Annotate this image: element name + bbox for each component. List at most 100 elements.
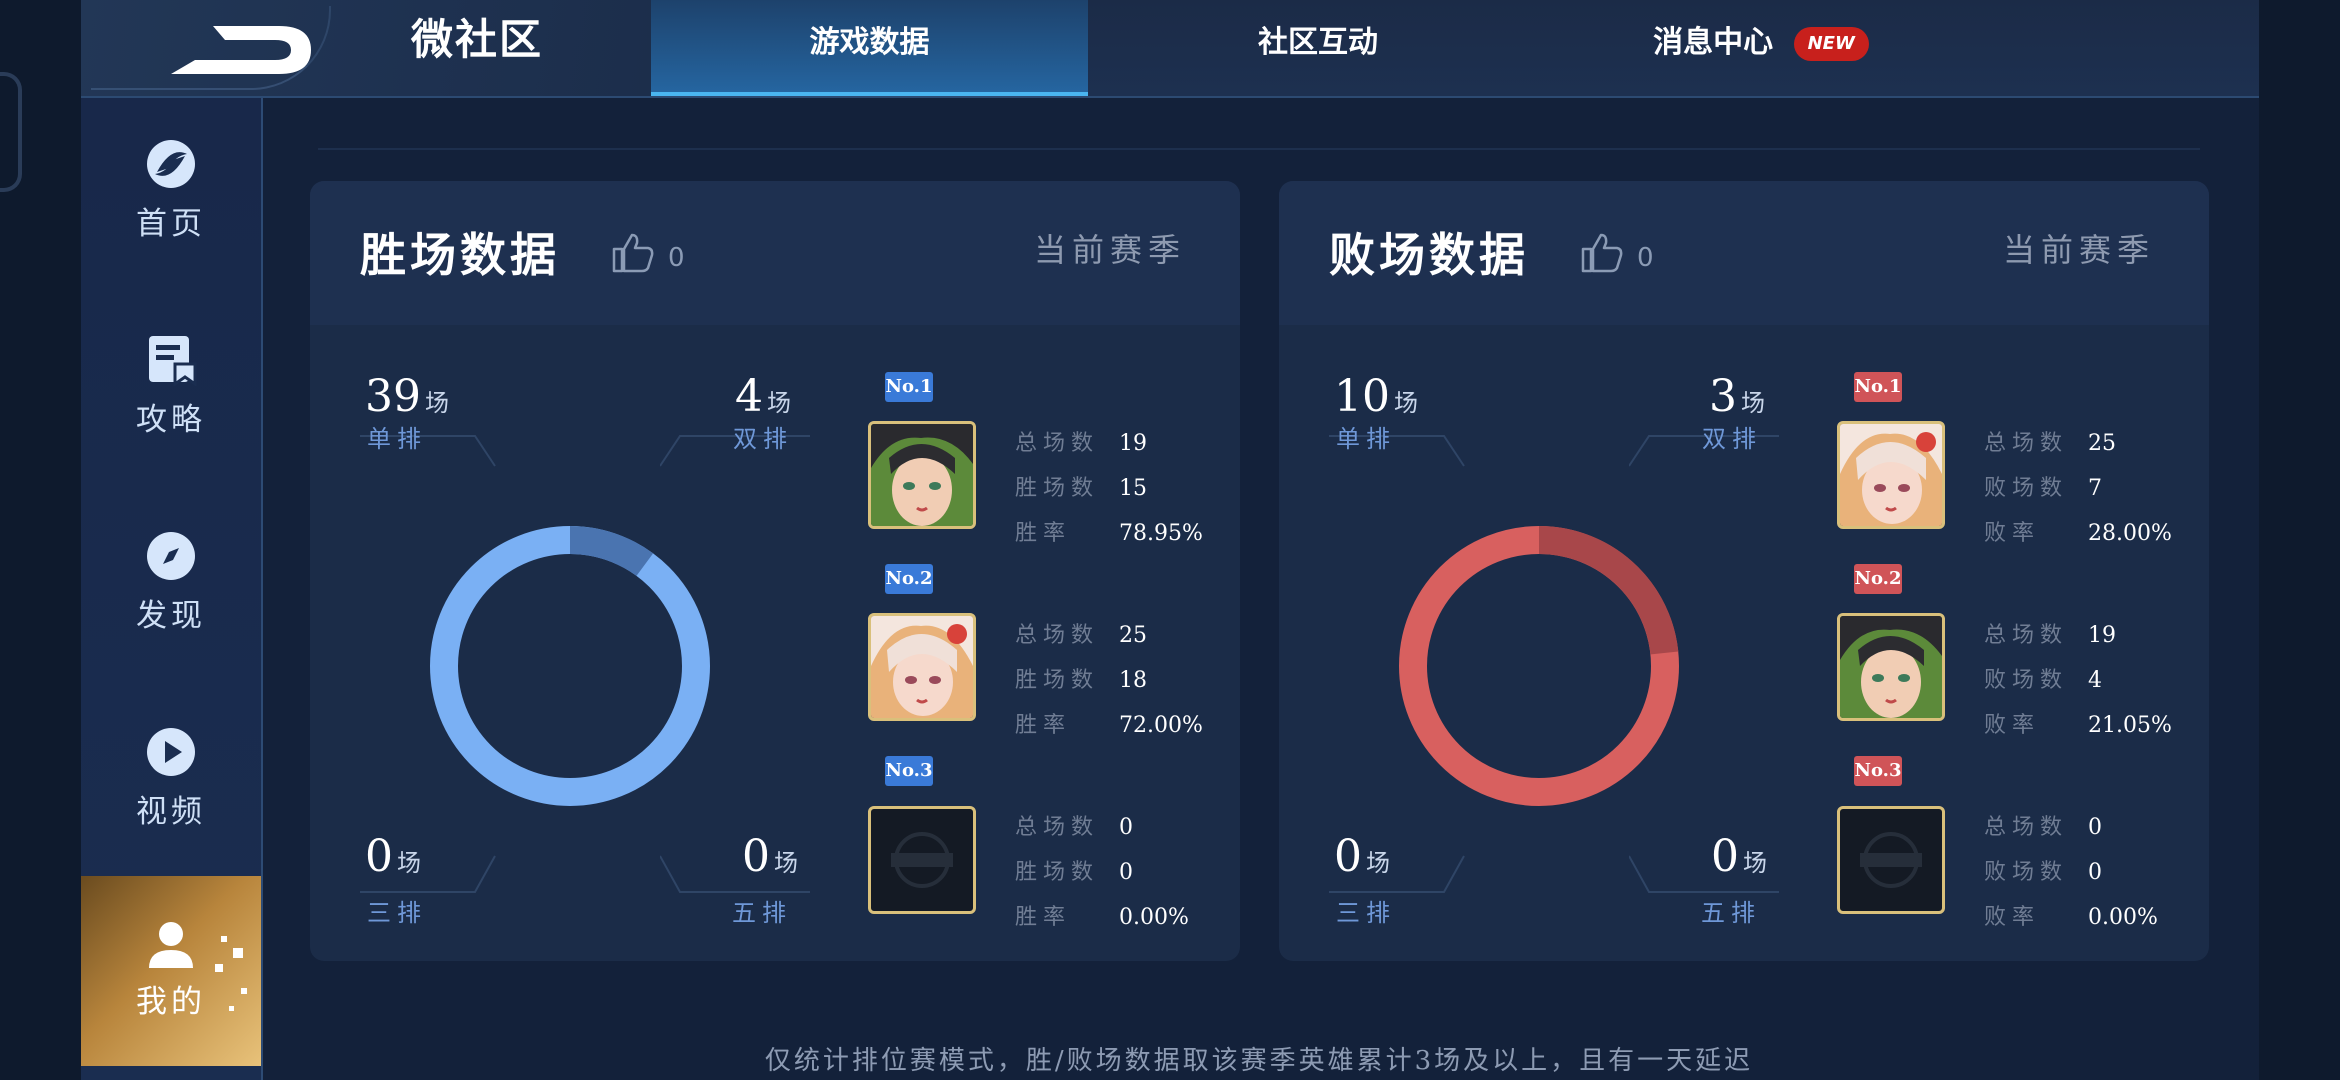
stat-value: 19	[1119, 431, 1147, 456]
stat-value: 0.00%	[2088, 905, 2158, 930]
hero-avatar-icon	[1840, 616, 1942, 718]
sidebar-label: 发现	[136, 598, 206, 634]
tab-label: 游戏数据	[809, 25, 930, 60]
stat-key: 总场数	[1015, 815, 1100, 840]
stat-row: 总场数 19	[1015, 425, 1147, 457]
stat-value: 72.00%	[1119, 713, 1203, 738]
trio-count: 0场 三排	[360, 831, 496, 927]
thumbs-up-icon	[1581, 233, 1623, 273]
stat-value: 21.05%	[2088, 713, 2172, 738]
five-count: 0场 五排	[1629, 831, 1779, 927]
stat-key: 胜率	[1015, 905, 1072, 930]
panel-title: 胜场数据	[360, 228, 560, 282]
sparkle-decoration	[233, 948, 243, 958]
back-button[interactable]	[151, 12, 331, 82]
tab-label: 社区互动	[1258, 25, 1378, 60]
stat-row: 败场数 0	[1984, 854, 2102, 886]
rank-badge: No.1	[1854, 372, 1902, 402]
top-bar: 微社区 游戏数据 社区互动 消息中心 NEW	[81, 0, 2259, 98]
like-button[interactable]: 0	[610, 229, 685, 279]
stat-row: 胜场数 0	[1015, 854, 1133, 886]
tab-messages[interactable]: 消息中心 NEW	[1581, 0, 1941, 96]
stat-key: 胜率	[1015, 521, 1072, 546]
connector-line	[360, 855, 496, 893]
hero-avatar-icon	[871, 424, 973, 526]
duo-label: 双排	[1702, 425, 1762, 453]
five-count: 0场 五排	[660, 831, 810, 927]
stat-value: 0.00%	[1119, 905, 1189, 930]
hero-portrait-empty	[1837, 806, 1945, 914]
stat-key: 败场数	[1984, 860, 2069, 885]
connector-line	[1329, 855, 1465, 893]
sidebar: 首页 攻略 发现 视频 我的	[81, 98, 263, 1080]
stat-row: 败场数 7	[1984, 470, 2102, 502]
sidebar-label: 我的	[136, 984, 206, 1020]
stat-row: 总场数 25	[1984, 425, 2116, 457]
five-label: 五排	[1701, 899, 1761, 927]
hero-portrait[interactable]	[1837, 613, 1945, 721]
sidebar-label: 攻略	[136, 402, 206, 438]
loss-panel: 败场数据 0 当前赛季 10 场 单排 3场 双排 0场 三排 0场 五排 No.…	[1279, 181, 2209, 961]
season-selector[interactable]: 当前赛季	[2003, 225, 2155, 271]
hero-portrait[interactable]	[1837, 421, 1945, 529]
hero-portrait[interactable]	[868, 613, 976, 721]
tab-community[interactable]: 社区互动	[1168, 0, 1468, 96]
five-label: 五排	[732, 899, 792, 927]
tab-label: 消息中心	[1653, 25, 1774, 60]
sidebar-item-discover[interactable]: 发现	[81, 490, 261, 650]
stat-value: 25	[2088, 431, 2116, 456]
stat-value: 19	[2088, 623, 2116, 648]
sidebar-label: 首页	[136, 206, 206, 242]
panel-title: 败场数据	[1329, 228, 1529, 282]
home-icon	[145, 138, 197, 190]
stat-row: 败率 0.00%	[1984, 899, 2158, 931]
stat-key: 胜场数	[1015, 476, 1100, 501]
sidebar-item-home[interactable]: 首页	[81, 98, 261, 258]
win-panel-header: 胜场数据 0 当前赛季	[310, 181, 1240, 325]
stat-key: 败率	[1984, 905, 2041, 930]
user-icon	[145, 918, 197, 970]
hero-portrait-empty	[868, 806, 976, 914]
stat-row: 胜率 0.00%	[1015, 899, 1189, 931]
stat-key: 总场数	[1015, 431, 1100, 456]
sidebar-label: 视频	[136, 794, 206, 830]
solo-count: 10 场 单排	[1329, 371, 1465, 467]
rank-badge: No.2	[1854, 564, 1902, 594]
loss-panel-header: 败场数据 0 当前赛季	[1279, 181, 2209, 325]
brand-area: 微社区	[81, 0, 651, 96]
stat-key: 败场数	[1984, 668, 2069, 693]
duo-count: 4场 双排	[660, 371, 810, 467]
sidebar-item-video[interactable]: 视频	[81, 686, 261, 846]
brand-title: 微社区	[411, 15, 544, 64]
stat-value: 0	[2088, 815, 2102, 840]
hero-avatar-icon	[1840, 424, 1942, 526]
hero-portrait[interactable]	[868, 421, 976, 529]
stat-row: 败率 21.05%	[1984, 707, 2172, 739]
sidebar-item-guide[interactable]: 攻略	[81, 294, 261, 454]
duo-label: 双排	[733, 425, 793, 453]
placeholder-logo-icon	[891, 832, 953, 888]
thumbs-up-icon	[612, 233, 654, 273]
rank-badge: No.3	[1854, 756, 1902, 786]
stat-key: 败率	[1984, 713, 2041, 738]
stat-key: 总场数	[1984, 815, 2069, 840]
new-badge: NEW	[1793, 27, 1869, 61]
stat-value: 0	[2088, 860, 2102, 885]
stat-row: 败率 28.00%	[1984, 515, 2172, 547]
loss-distribution-donut	[1399, 526, 1679, 806]
tab-game-data[interactable]: 游戏数据	[651, 0, 1088, 96]
left-edge	[0, 0, 81, 1080]
season-selector[interactable]: 当前赛季	[1034, 225, 1186, 271]
stat-key: 胜场数	[1015, 668, 1100, 693]
placeholder-logo-icon	[1860, 832, 1922, 888]
footnote: 仅统计排位赛模式，胜/败场数据取该赛季英雄累计3场及以上，且有一天延迟	[764, 1046, 1754, 1076]
hero-avatar-icon	[871, 616, 973, 718]
back-arrow-icon	[171, 26, 311, 74]
donut-ring-solo	[430, 526, 710, 806]
like-button[interactable]: 0	[1579, 229, 1654, 279]
stat-value: 18	[1119, 668, 1147, 693]
stat-row: 胜场数 15	[1015, 470, 1147, 502]
solo-count: 39 场 单排	[360, 371, 496, 467]
rank-badge: No.2	[885, 564, 933, 594]
sidebar-item-me[interactable]: 我的	[81, 876, 261, 1066]
